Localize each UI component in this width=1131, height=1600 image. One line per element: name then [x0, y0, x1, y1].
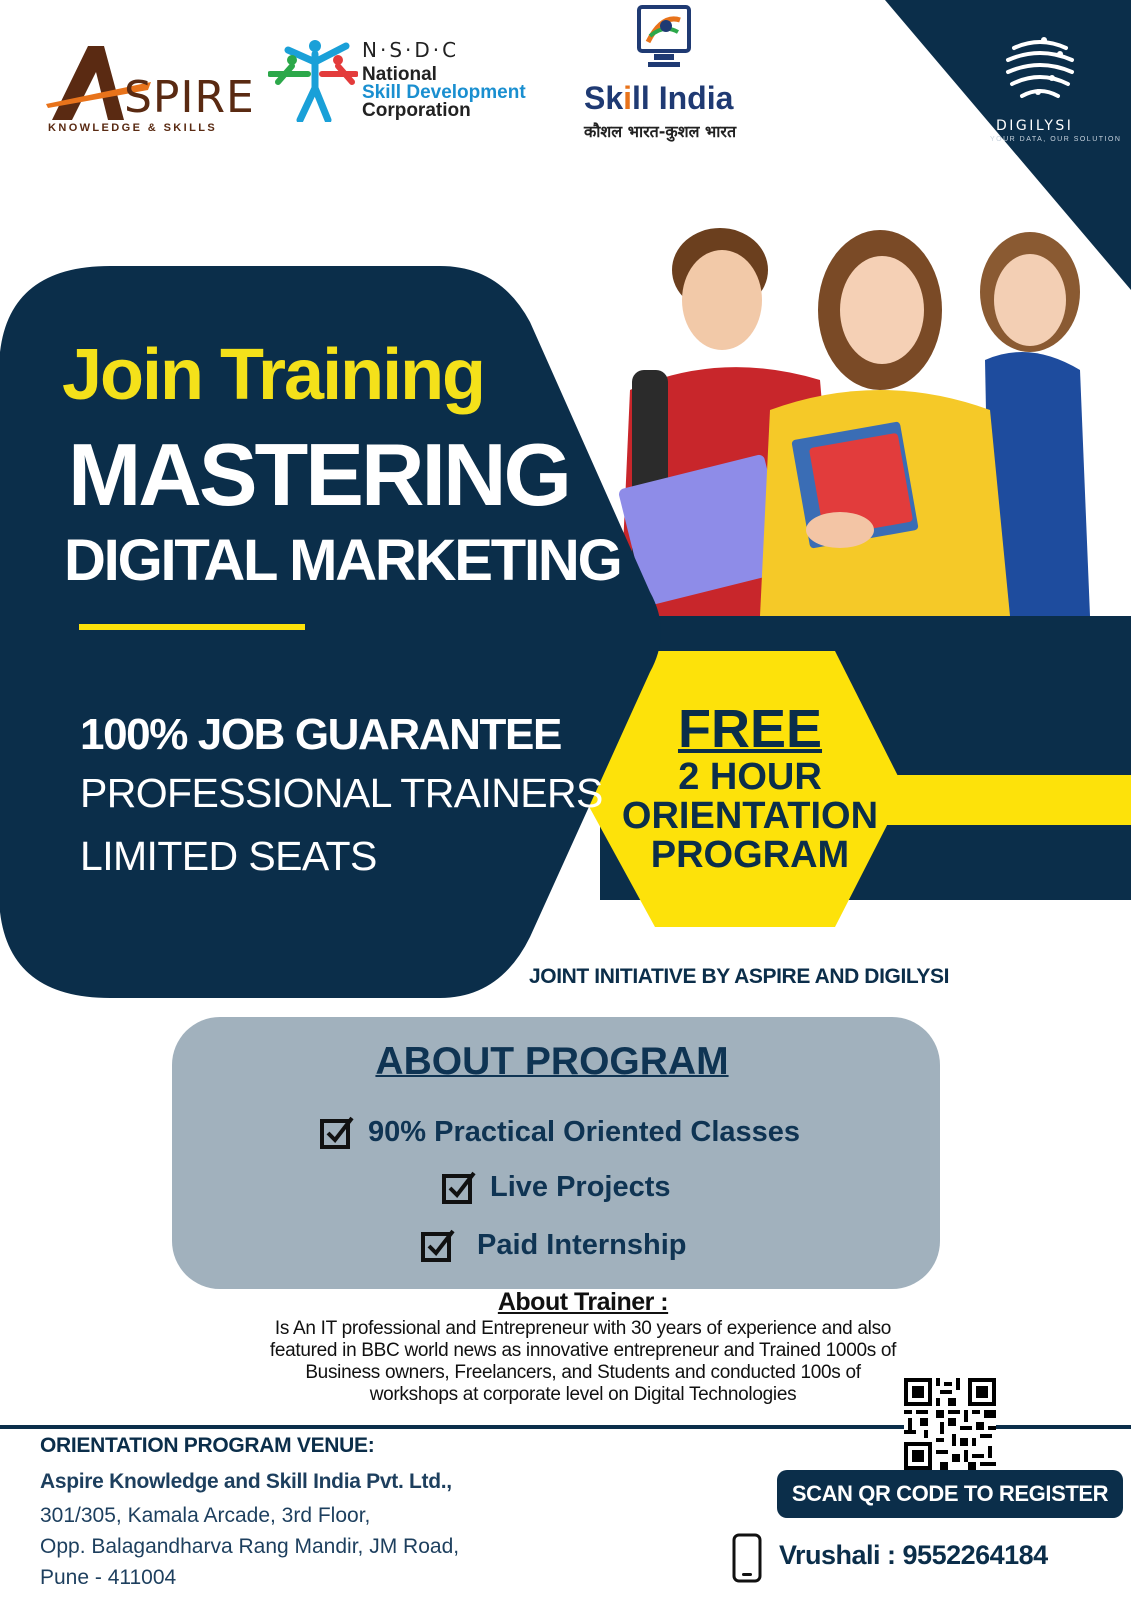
skill-india-tagline: कौशल भारत-कुशल भारत	[584, 122, 737, 141]
orientation-badge: FREE 2 HOUR ORIENTATION PROGRAM	[585, 700, 915, 874]
about-program-heading: ABOUT PROGRAM	[375, 1040, 729, 1083]
about-item-label: 90% Practical Oriented Classes	[368, 1115, 801, 1148]
checkbox-icon	[320, 1116, 354, 1149]
skill-india-name-a: Sk	[584, 80, 624, 116]
venue-heading: ORIENTATION PROGRAM VENUE:	[40, 1434, 375, 1457]
skill-india-i: i	[623, 80, 633, 116]
trainer-line-4: workshops at corporate level on Digital …	[369, 1384, 797, 1405]
digilysi-tagline: YOUR DATA, OUR SOLUTION	[990, 136, 1122, 143]
benefit-job-guarantee: 100% JOB GUARANTEE	[80, 710, 562, 759]
qr-code[interactable]	[904, 1378, 996, 1470]
venue-address-line-3: Pune - 411004	[40, 1566, 177, 1589]
venue-address-line-2: Opp. Balagandharva Rang Mandir, JM Road,	[40, 1535, 460, 1558]
about-item-internship: Paid Internship	[421, 1228, 686, 1262]
skill-india-emblem-icon	[637, 5, 691, 67]
nsdc-acronym: N·S·D·C	[362, 38, 460, 62]
aspire-tagline: KNOWLEDGE & SKILLS	[48, 122, 218, 134]
about-item-live-projects: Live Projects	[442, 1170, 671, 1204]
contact-phone[interactable]: Vrushali : 9552264184	[779, 1540, 1048, 1571]
benefit-professional-trainers: PROFESSIONAL TRAINERS	[80, 770, 603, 816]
aspire-name: SPIRE	[124, 72, 255, 123]
about-item-practical: 90% Practical Oriented Classes	[320, 1115, 800, 1149]
about-trainer-heading: About Trainer :	[497, 1288, 669, 1316]
trainer-line-2: featured in BBC world news as innovative…	[269, 1340, 897, 1361]
badge-free: FREE	[677, 699, 823, 759]
scan-qr-register-button[interactable]: SCAN QR CODE TO REGISTER	[777, 1470, 1123, 1518]
joint-initiative: JOINT INITIATIVE BY ASPIRE AND DIGILYSI	[529, 965, 950, 988]
nsdc-logo: N·S·D·C National Skill Development Corpo…	[268, 38, 538, 128]
venue-address-line-1: 301/305, Kamala Arcade, 3rd Floor,	[40, 1504, 371, 1527]
digilysi-logo: DIGILYSI YOUR DATA, OUR SOLUTION	[990, 30, 1120, 150]
trainer-line-3: Business owners, Freelancers, and Studen…	[305, 1362, 861, 1383]
checkbox-icon	[442, 1171, 476, 1204]
badge-line-3: PROGRAM	[650, 834, 850, 876]
badge-line-1: 2 HOUR	[678, 756, 822, 798]
checkbox-icon	[421, 1229, 455, 1262]
digilysi-mark-icon	[1006, 37, 1074, 98]
benefit-limited-seats: LIMITED SEATS	[80, 833, 377, 879]
nsdc-line-3: Corporation	[362, 100, 471, 121]
skill-india-name-b: ll India	[632, 80, 734, 116]
about-item-label: Paid Internship	[477, 1228, 687, 1261]
hero-kicker: Join Training	[62, 335, 486, 415]
venue-company: Aspire Knowledge and Skill India Pvt. Lt…	[40, 1470, 452, 1493]
hero-title-line-1: MASTERING	[68, 425, 572, 524]
skill-india-logo: Skill India कौशल भारत-कुशल भारत	[582, 4, 752, 141]
nsdc-figures-icon	[268, 40, 358, 122]
hero-title-line-2: DIGITAL MARKETING	[64, 528, 623, 593]
venue-address: 301/305, Kamala Arcade, 3rd Floor, Opp. …	[40, 1500, 459, 1593]
badge-line-2: ORIENTATION	[621, 795, 879, 837]
skill-india-name: Skill India	[584, 80, 733, 117]
trainer-line-1: Is An IT professional and Entrepreneur w…	[274, 1318, 892, 1339]
digilysi-name: DIGILYSI	[996, 118, 1074, 134]
phone-icon	[732, 1533, 762, 1583]
about-trainer-body: Is An IT professional and Entrepreneur w…	[200, 1318, 966, 1406]
hero-underline	[79, 624, 305, 630]
about-item-label: Live Projects	[490, 1170, 671, 1203]
scan-qr-register-label: SCAN QR CODE TO REGISTER	[791, 1481, 1109, 1506]
aspire-logo: SPIRE KNOWLEDGE & SKILLS	[46, 42, 254, 142]
